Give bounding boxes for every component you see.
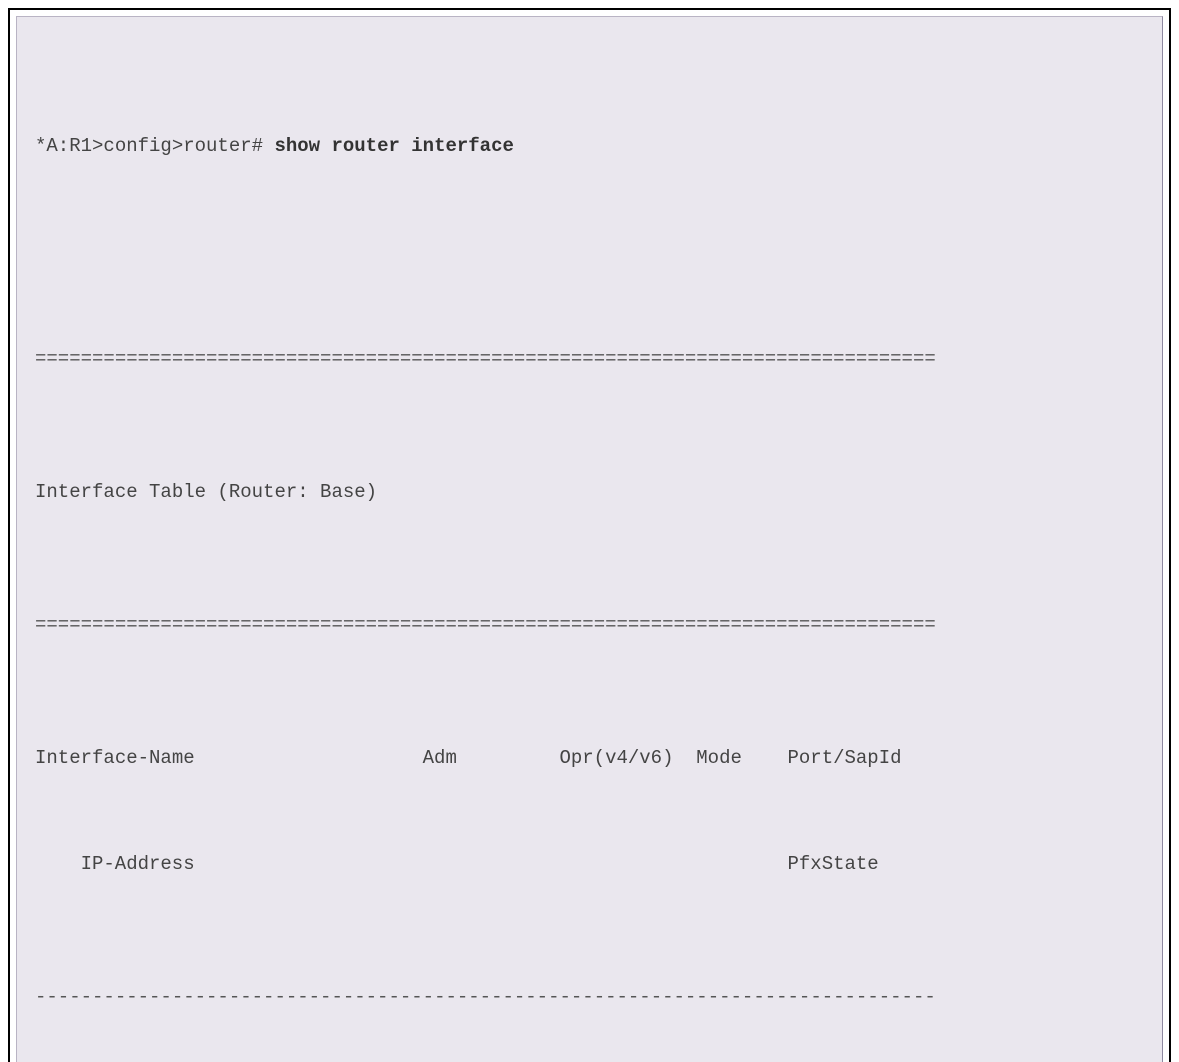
col-opr: Opr(v4/v6) (559, 745, 696, 772)
header-subrow: IP-Address PfxState (35, 851, 1144, 878)
col-port-sub: PfxState (787, 851, 947, 878)
outer-frame: *A:R1>config>router# show router interfa… (8, 8, 1171, 1062)
col-name-sub: IP-Address (35, 851, 423, 878)
col-adm: Adm (423, 745, 560, 772)
prompt-line: *A:R1>config>router# show router interfa… (35, 133, 1144, 160)
col-mode: Mode (696, 745, 787, 772)
col-name: Interface-Name (35, 745, 423, 772)
command: show router interface (274, 135, 513, 157)
prompt: *A:R1>config>router# (35, 135, 274, 157)
rule-title: ========================================… (35, 612, 1144, 639)
blank-line (35, 213, 1144, 240)
terminal-window: *A:R1>config>router# show router interfa… (16, 16, 1163, 1062)
table-title: Interface Table (Router: Base) (35, 479, 1144, 506)
col-port: Port/SapId (787, 745, 947, 772)
rule-header: ----------------------------------------… (35, 984, 1144, 1011)
rule-top: ========================================… (35, 346, 1144, 373)
header-row: Interface-Name Adm Opr(v4/v6) Mode Port/… (35, 745, 1144, 772)
